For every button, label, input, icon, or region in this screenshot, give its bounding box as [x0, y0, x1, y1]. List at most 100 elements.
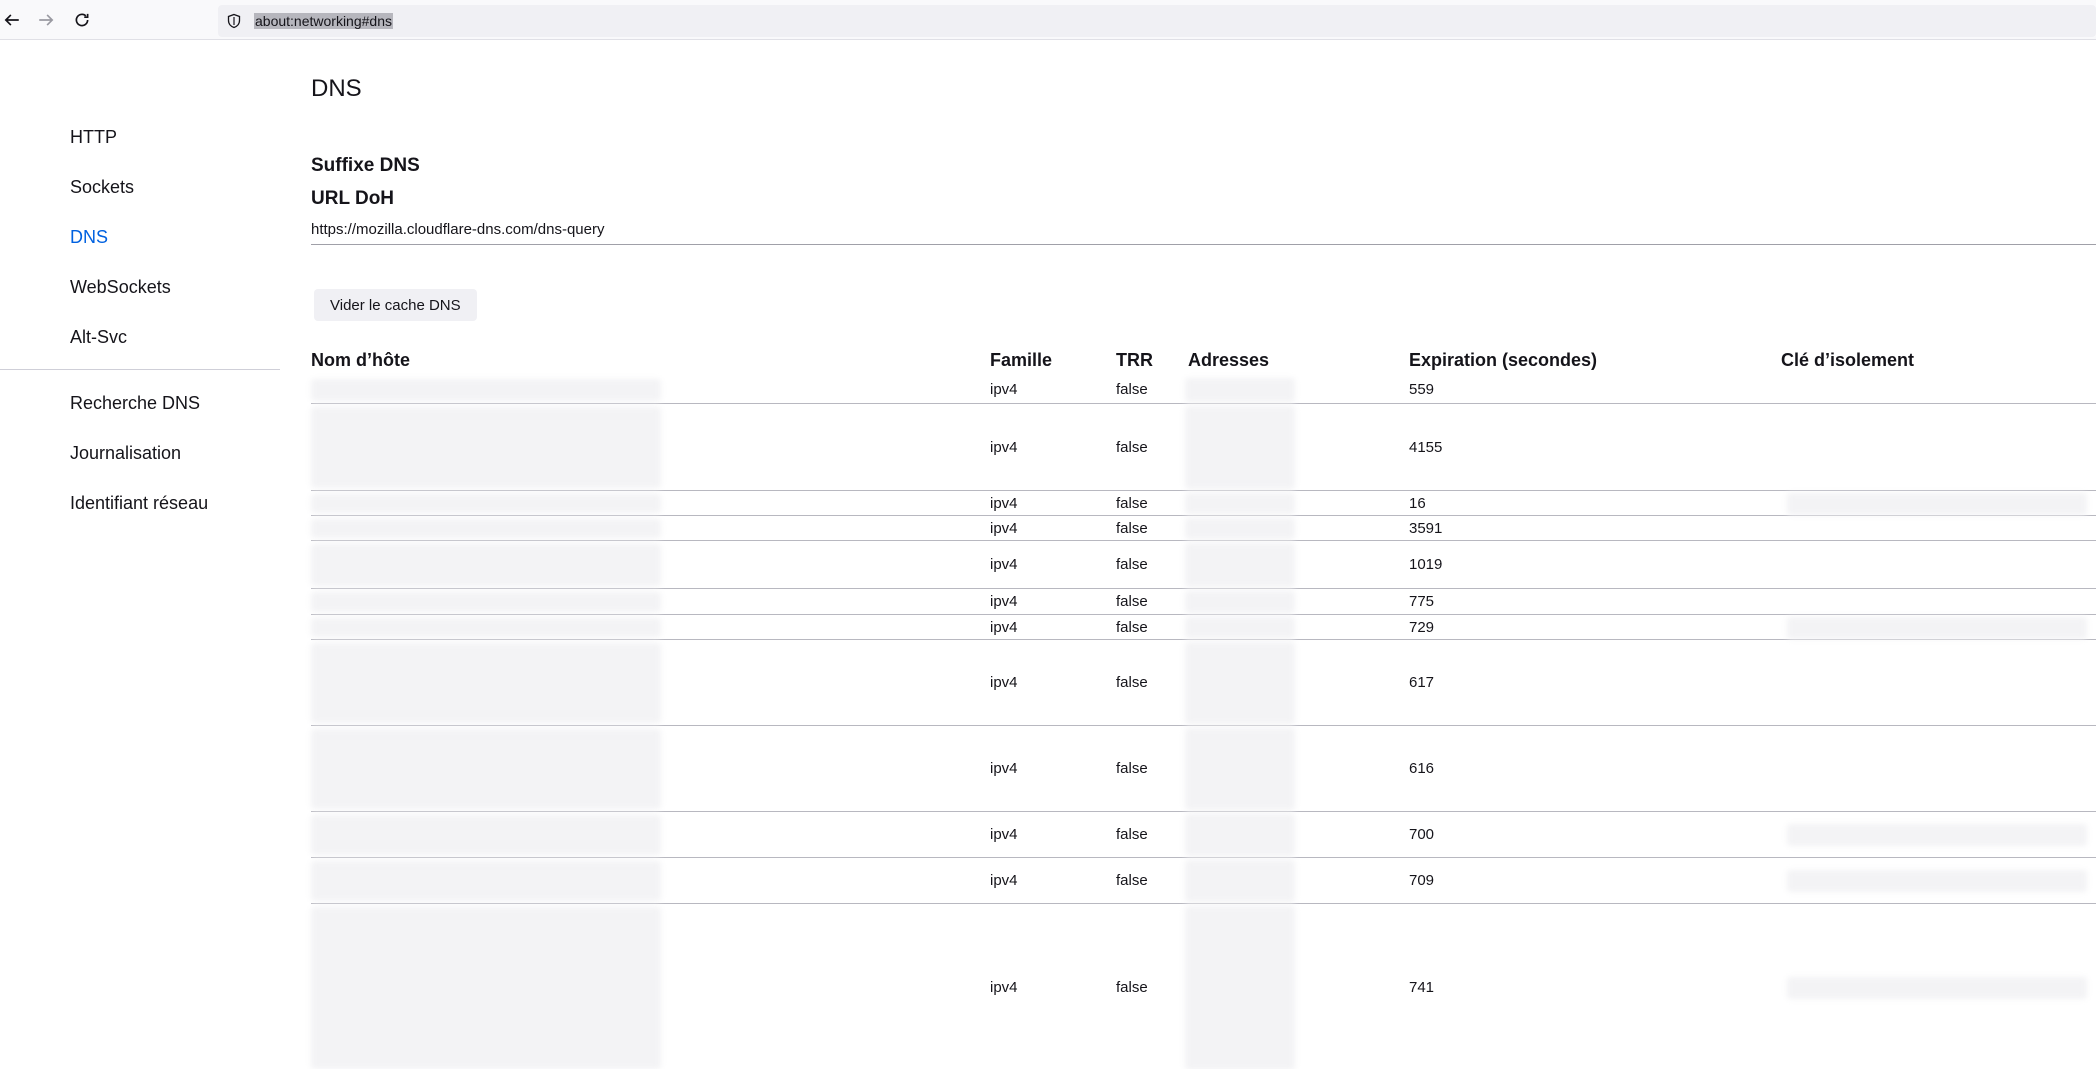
header-trr: TRR	[1116, 350, 1153, 370]
table-row: ipv4 false 775	[311, 589, 2096, 615]
redacted-addresses	[1185, 906, 1295, 1069]
redacted-addresses	[1185, 406, 1295, 489]
sidebar-item-network-id[interactable]: Identifiant réseau	[70, 493, 208, 514]
redacted-addresses	[1185, 543, 1295, 587]
clear-dns-cache-button[interactable]: Vider le cache DNS	[314, 289, 477, 321]
cell-expiration: 709	[1409, 872, 1435, 889]
header-addresses: Adresses	[1188, 350, 1270, 370]
cell-expiration: 3591	[1409, 520, 1443, 537]
redacted-hostname	[311, 729, 661, 809]
cell-expiration: 617	[1409, 674, 1435, 691]
sidebar-item-alt-svc[interactable]: Alt-Svc	[70, 327, 127, 348]
redacted-addresses	[1185, 728, 1295, 810]
table-row: ipv4 false 559	[311, 376, 2096, 404]
cell-trr: false	[1116, 826, 1148, 843]
cell-family: ipv4	[990, 979, 1018, 996]
table-row: ipv4 false 3591	[311, 516, 2096, 541]
redacted-hostname	[311, 379, 661, 401]
sidebar-item-http[interactable]: HTTP	[70, 127, 117, 148]
cell-family: ipv4	[990, 556, 1018, 573]
table-row: ipv4 false 700	[311, 812, 2096, 858]
reload-icon	[75, 13, 89, 27]
cell-trr: false	[1116, 872, 1148, 889]
sidebar-divider	[0, 369, 280, 370]
url-text[interactable]: about:networking#dns	[254, 13, 393, 29]
redacted-hostname	[311, 861, 661, 901]
cell-trr: false	[1116, 381, 1148, 398]
redacted-addresses	[1185, 642, 1295, 724]
cell-trr: false	[1116, 495, 1148, 512]
redacted-hostname	[311, 618, 661, 637]
cell-expiration: 729	[1409, 619, 1435, 636]
cell-expiration: 16	[1409, 495, 1426, 512]
cell-family: ipv4	[990, 381, 1018, 398]
redacted-addresses	[1185, 814, 1295, 856]
redacted-hostname	[311, 494, 661, 513]
cell-expiration: 741	[1409, 979, 1435, 996]
cell-family: ipv4	[990, 826, 1018, 843]
sidebar-item-logging[interactable]: Journalisation	[70, 443, 181, 464]
table-row: ipv4 false 729	[311, 615, 2096, 640]
cell-trr: false	[1116, 520, 1148, 537]
table-row: ipv4 false 616	[311, 726, 2096, 812]
dns-table-header: Nom d’hôte Famille TRR Adresses Expirati…	[311, 346, 2096, 376]
header-isolation-key: Clé d’isolement	[1781, 350, 1915, 370]
cell-trr: false	[1116, 674, 1148, 691]
cell-expiration: 775	[1409, 593, 1435, 610]
header-family: Famille	[990, 350, 1053, 370]
sidebar-item-sockets[interactable]: Sockets	[70, 177, 134, 198]
sidebar-item-websockets[interactable]: WebSockets	[70, 277, 171, 298]
redacted-hostname	[311, 643, 661, 723]
table-row: ipv4 false 1019	[311, 541, 2096, 589]
redacted-hostname	[311, 407, 661, 488]
back-button[interactable]	[0, 8, 24, 32]
url-bar[interactable]: about:networking#dns	[218, 5, 2096, 37]
sidebar-item-dns[interactable]: DNS	[70, 227, 108, 248]
redacted-isolation-key	[1787, 493, 2087, 515]
forward-button[interactable]	[34, 8, 58, 32]
cell-family: ipv4	[990, 760, 1018, 777]
back-arrow-icon	[4, 14, 19, 26]
cell-trr: false	[1116, 439, 1148, 456]
cell-family: ipv4	[990, 872, 1018, 889]
redacted-addresses	[1185, 591, 1295, 613]
cell-family: ipv4	[990, 439, 1018, 456]
cell-trr: false	[1116, 760, 1148, 777]
cell-expiration: 700	[1409, 826, 1435, 843]
doh-divider	[311, 244, 2096, 245]
shield-icon[interactable]	[226, 13, 242, 29]
header-expiration: Expiration (secondes)	[1409, 350, 1598, 370]
cell-family: ipv4	[990, 520, 1018, 537]
redacted-hostname	[311, 907, 661, 1069]
table-row: ipv4 false 4155	[311, 404, 2096, 491]
dns-suffix-label: Suffixe DNS	[311, 155, 420, 176]
main-content: DNS Suffixe DNS URL DoH https://mozilla.…	[311, 41, 2096, 1069]
header-hostname: Nom d’hôte	[311, 350, 410, 370]
cell-trr: false	[1116, 556, 1148, 573]
redacted-addresses	[1185, 493, 1295, 514]
redacted-addresses	[1185, 617, 1295, 638]
cell-family: ipv4	[990, 619, 1018, 636]
cell-trr: false	[1116, 619, 1148, 636]
redacted-isolation-key	[1787, 977, 2087, 999]
cell-expiration: 4155	[1409, 439, 1443, 456]
cell-expiration: 616	[1409, 760, 1435, 777]
cell-family: ipv4	[990, 674, 1018, 691]
table-row: ipv4 false 709	[311, 858, 2096, 904]
doh-url-value: https://mozilla.cloudflare-dns.com/dns-q…	[311, 221, 605, 238]
sidebar-item-dns-lookup[interactable]: Recherche DNS	[70, 393, 200, 414]
redacted-addresses	[1185, 860, 1295, 902]
cell-family: ipv4	[990, 495, 1018, 512]
table-row: ipv4 false 741	[311, 904, 2096, 1069]
redacted-addresses	[1185, 378, 1295, 402]
redacted-addresses	[1185, 518, 1295, 539]
redacted-isolation-key	[1787, 617, 2087, 639]
doh-url-label: URL DoH	[311, 188, 395, 209]
page-title: DNS	[311, 75, 362, 102]
cell-expiration: 1019	[1409, 556, 1443, 573]
cell-trr: false	[1116, 593, 1148, 610]
redacted-hostname	[311, 592, 661, 612]
forward-arrow-icon	[39, 14, 54, 26]
reload-button[interactable]	[70, 8, 94, 32]
sidebar: HTTP Sockets DNS WebSockets Alt-Svc Rech…	[0, 41, 280, 1069]
